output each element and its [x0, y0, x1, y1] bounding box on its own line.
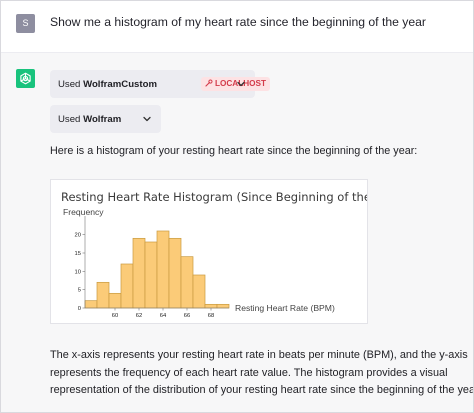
chart-title: Resting Heart Rate Histogram (Since Begi…	[61, 190, 367, 204]
histogram-bar	[96, 281, 110, 309]
y-tick-label: 5	[78, 288, 81, 294]
chatgpt-logo-icon	[16, 69, 35, 88]
y-tick-label: 20	[75, 233, 81, 239]
chevron-down-icon[interactable]	[236, 79, 246, 89]
plugin-call-label: Used Wolfram	[58, 114, 122, 125]
x-tick-label: 66	[184, 313, 190, 319]
chat-page: S Show me a histogram of my heart rate s…	[0, 0, 474, 413]
plugin-call-label: Used WolframCustom	[58, 79, 157, 90]
histogram-bar	[168, 237, 182, 309]
x-tick-label: 64	[160, 313, 167, 319]
user-avatar: S	[16, 14, 35, 33]
histogram-bar	[204, 303, 218, 309]
chevron-down-icon[interactable]	[142, 114, 152, 124]
x-tick-label: 62	[136, 313, 142, 319]
histogram-bar	[120, 263, 134, 309]
y-axis-label: Frequency	[63, 207, 104, 217]
histogram-chart: Resting Heart Rate Histogram (Since Begi…	[50, 179, 368, 324]
y-tick-label: 0	[78, 306, 81, 312]
histogram-bar	[216, 303, 230, 309]
x-tick-label: 68	[208, 313, 214, 319]
y-tick-label: 10	[75, 269, 81, 275]
assistant-message: Used WolframCustom LOCALHOST Used Wolfra…	[0, 53, 474, 413]
wrench-icon	[205, 79, 213, 87]
plugin-call-wolframcustom[interactable]: Used WolframCustom LOCALHOST	[50, 70, 270, 98]
explanation-line: representation of the distribution of yo…	[50, 384, 474, 396]
histogram-bar	[144, 241, 158, 309]
response-explanation: The x-axis represents your resting heart…	[50, 347, 474, 400]
x-tick-label: 60	[112, 313, 118, 319]
histogram-bar	[192, 274, 206, 309]
user-message: S Show me a histogram of my heart rate s…	[0, 0, 474, 53]
histogram-bar	[156, 230, 170, 309]
histogram-bar	[132, 237, 146, 309]
plugin-call-wolfram[interactable]: Used Wolfram	[50, 105, 161, 133]
response-intro-text: Here is a histogram of your resting hear…	[50, 145, 418, 157]
histogram-svg: Resting Heart Rate Histogram (Since Begi…	[61, 190, 367, 319]
explanation-line: represents the frequency of each heart r…	[50, 366, 448, 379]
bars-group	[84, 230, 230, 309]
y-tick-label: 15	[75, 251, 81, 257]
histogram-bar	[180, 256, 194, 309]
user-message-text: Show me a histogram of my heart rate sin…	[50, 15, 426, 29]
histogram-bar	[84, 300, 98, 309]
histogram-bar	[108, 292, 122, 309]
x-axis-label: Resting Heart Rate (BPM)	[235, 303, 335, 313]
explanation-line: The x-axis represents your resting heart…	[50, 349, 468, 361]
